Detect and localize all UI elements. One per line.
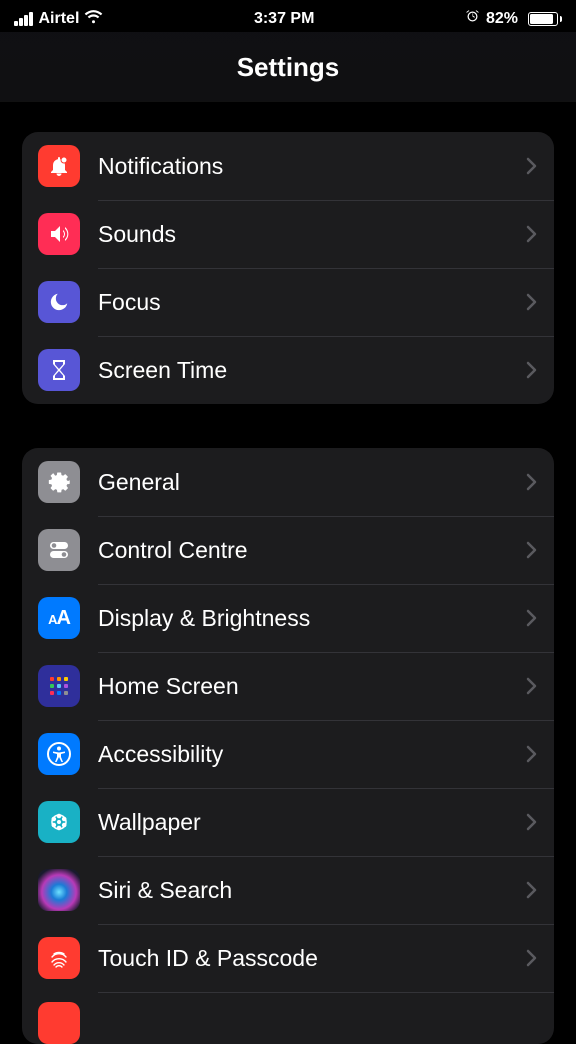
row-partial[interactable] [22,992,554,1044]
hourglass-icon [38,349,80,391]
bell-icon [38,145,80,187]
row-label: Accessibility [98,741,526,768]
row-focus[interactable]: Focus [22,268,554,336]
row-label: Touch ID & Passcode [98,945,526,972]
row-general[interactable]: General [22,448,554,516]
toggles-icon [38,529,80,571]
row-wallpaper[interactable]: Wallpaper [22,788,554,856]
chevron-right-icon [526,677,538,695]
row-label: Wallpaper [98,809,526,836]
accessibility-icon [38,733,80,775]
cellular-signal-icon [14,12,33,26]
chevron-right-icon [526,293,538,311]
chevron-right-icon [526,609,538,627]
row-label: Home Screen [98,673,526,700]
row-label: General [98,469,526,496]
row-label: Display & Brightness [98,605,526,632]
row-label: Focus [98,289,526,316]
battery-icon [524,12,562,26]
page-title: Settings [0,32,576,102]
row-label: Siri & Search [98,877,526,904]
chevron-right-icon [526,949,538,967]
row-notifications[interactable]: Notifications [22,132,554,200]
clock-label: 3:37 PM [254,10,314,28]
fingerprint-icon [38,937,80,979]
moon-icon [38,281,80,323]
row-label: Control Centre [98,537,526,564]
chevron-right-icon [526,157,538,175]
sos-icon [38,1002,80,1044]
gear-icon [38,461,80,503]
chevron-right-icon [526,881,538,899]
row-sounds[interactable]: Sounds [22,200,554,268]
row-screen-time[interactable]: Screen Time [22,336,554,404]
chevron-right-icon [526,541,538,559]
siri-icon [38,869,80,911]
chevron-right-icon [526,473,538,491]
carrier-label: Airtel [39,10,80,28]
settings-content: Notifications Sounds Focus Screen Time [0,102,576,1044]
chevron-right-icon [526,813,538,831]
chevron-right-icon [526,361,538,379]
chevron-right-icon [526,745,538,763]
status-right: 82% [465,9,562,29]
status-left: Airtel [14,10,103,29]
row-accessibility[interactable]: Accessibility [22,720,554,788]
status-bar: Airtel 3:37 PM 82% [0,0,576,32]
row-home-screen[interactable]: Home Screen [22,652,554,720]
row-label: Notifications [98,153,526,180]
row-label: Sounds [98,221,526,248]
battery-percent-label: 82% [486,10,518,28]
row-label: Screen Time [98,357,526,384]
row-siri-search[interactable]: Siri & Search [22,856,554,924]
row-display-brightness[interactable]: AA Display & Brightness [22,584,554,652]
row-control-centre[interactable]: Control Centre [22,516,554,584]
speaker-icon [38,213,80,255]
settings-group-1: General Control Centre AA Display & Brig… [22,448,554,1044]
wifi-icon [84,10,103,29]
row-touch-id-passcode[interactable]: Touch ID & Passcode [22,924,554,992]
settings-group-0: Notifications Sounds Focus Screen Time [22,132,554,404]
home-grid-icon [38,665,80,707]
wallpaper-icon [38,801,80,843]
chevron-right-icon [526,225,538,243]
alarm-icon [465,9,480,29]
text-size-icon: AA [38,597,80,639]
